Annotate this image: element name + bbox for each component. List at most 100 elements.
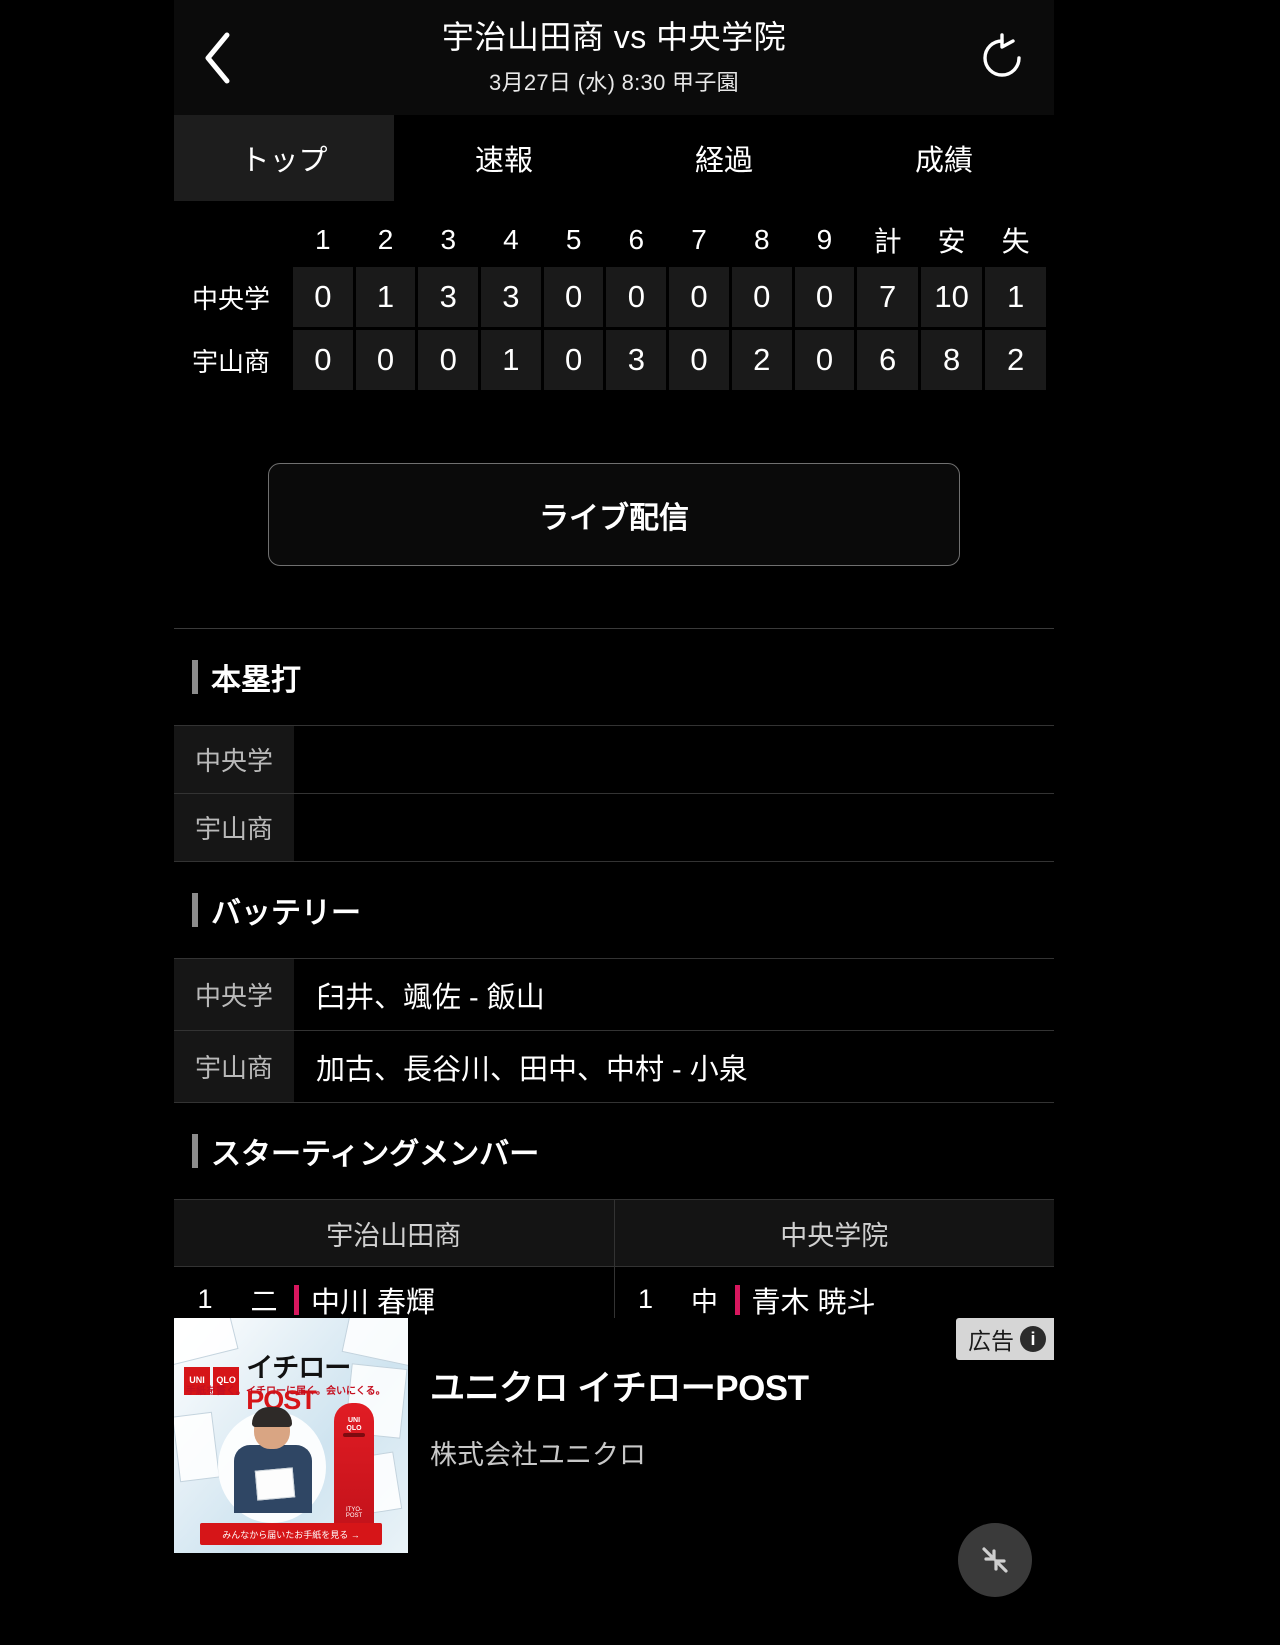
section-title: スターティングメンバー bbox=[211, 1138, 540, 1171]
scoreboard-team-home: 宇山商 bbox=[191, 346, 270, 377]
ad-banner[interactable]: UNI QLO イチローPOST 手紙を書く。イチローに届く。会いにくる。 UN… bbox=[174, 1318, 1054, 1553]
inning-header-8: 8 bbox=[753, 224, 770, 255]
tab-live[interactable]: 速報 bbox=[394, 115, 614, 201]
score-cell: 0 bbox=[418, 330, 479, 390]
scoreboard-row-away: 中央学 0 1 3 3 0 0 0 0 0 7 10 1 bbox=[182, 267, 1046, 327]
ad-postbox-label-bottom: ITYO-POST bbox=[345, 1507, 363, 1519]
battery-table: 中央学 臼井、颯佐 - 飯山 宇山商 加古、長谷川、田中、中村 - 小泉 bbox=[174, 958, 1054, 1103]
scoreboard-row-home: 宇山商 0 0 0 1 0 3 0 2 0 6 8 2 bbox=[182, 330, 1046, 390]
scoreboard-corner bbox=[182, 220, 290, 264]
row-value bbox=[294, 726, 1054, 793]
score-cell: 0 bbox=[292, 267, 353, 327]
lineup-column-header-away: 中央学院 bbox=[613, 1200, 1055, 1266]
info-icon[interactable]: i bbox=[1020, 1326, 1046, 1352]
lineup-position: 中 bbox=[691, 1287, 718, 1317]
refresh-icon bbox=[983, 32, 1021, 77]
inning-header-1: 1 bbox=[315, 224, 331, 255]
homeruns-table: 中央学 宇山商 bbox=[174, 725, 1054, 862]
score-cell: 0 bbox=[794, 330, 855, 390]
screen: 宇治山田商 vs 中央学院 3月27日 (水) 8:30 甲子園 トップ 速報 … bbox=[0, 0, 1280, 1645]
ad-creative-image[interactable]: UNI QLO イチローPOST 手紙を書く。イチローに届く。会いにくる。 UN… bbox=[174, 1318, 408, 1553]
errors-header: 失 bbox=[1001, 226, 1030, 257]
inning-header-7: 7 bbox=[691, 224, 707, 255]
section-title: バッテリー bbox=[211, 897, 361, 930]
inning-header-5: 5 bbox=[565, 224, 582, 255]
score-cell: 2 bbox=[731, 330, 792, 390]
scoreboard-header-row: 1 2 3 4 5 6 7 8 9 計 安 失 bbox=[182, 220, 1046, 264]
score-cell: 0 bbox=[669, 267, 729, 327]
collapse-arrows-icon bbox=[982, 1547, 1008, 1573]
section-accent-bar bbox=[192, 1134, 198, 1168]
row-value: 加古、長谷川、田中、中村 - 小泉 bbox=[316, 1053, 748, 1086]
section-header-starting-members: スターティングメンバー bbox=[174, 1103, 1054, 1199]
match-datetime-venue: 3月27日 (水) 8:30 甲子園 bbox=[489, 70, 739, 96]
score-cell: 0 bbox=[355, 330, 416, 390]
score-errors: 1 bbox=[985, 267, 1046, 327]
tab-stats[interactable]: 成績 bbox=[834, 115, 1054, 201]
score-cell: 3 bbox=[606, 330, 667, 390]
score-cell: 0 bbox=[731, 267, 792, 327]
lineup-accent-bar bbox=[734, 1284, 740, 1315]
collapse-button[interactable] bbox=[958, 1523, 1032, 1597]
runs-header: 計 bbox=[873, 226, 902, 257]
score-hits: 8 bbox=[920, 330, 983, 390]
hits-header: 安 bbox=[937, 226, 966, 257]
row-team-label: 中央学 bbox=[174, 726, 294, 793]
ad-postbox-label-top: UNI QLO bbox=[346, 1417, 362, 1432]
match-title: 宇治山田商 vs 中央学院 bbox=[441, 18, 787, 55]
score-hits: 10 bbox=[920, 267, 983, 327]
score-cell: 1 bbox=[481, 330, 541, 390]
section-header-homeruns: 本塁打 bbox=[174, 629, 1054, 725]
live-stream-button[interactable]: ライブ配信 bbox=[268, 463, 960, 566]
scoreboard-table: 1 2 3 4 5 6 7 8 9 計 安 失 中央学 0 1 3 3 0 0 … bbox=[179, 217, 1049, 393]
live-button-area: ライブ配信 bbox=[174, 407, 1054, 628]
row-value: 臼井、颯佐 - 飯山 bbox=[316, 981, 545, 1014]
tab-top[interactable]: トップ bbox=[174, 115, 394, 201]
table-row: 中央学 臼井、颯佐 - 飯山 bbox=[174, 959, 1054, 1031]
score-runs: 6 bbox=[857, 330, 918, 390]
ad-postbox-slot bbox=[343, 1433, 365, 1437]
row-team-label: 宇山商 bbox=[174, 1031, 294, 1102]
ad-postbox: UNI QLO ITYO-POST bbox=[334, 1403, 374, 1535]
ad-title: ユニクロ イチローPOST bbox=[430, 1369, 809, 1408]
refresh-button[interactable] bbox=[972, 28, 1032, 88]
lineup-position: 二 bbox=[250, 1287, 278, 1317]
ad-campaign-logo-part1: イチロー bbox=[246, 1353, 351, 1383]
table-row: 中央学 bbox=[174, 726, 1054, 794]
row-team-label: 宇山商 bbox=[174, 794, 294, 861]
scoreboard-team-away: 中央学 bbox=[191, 283, 270, 314]
row-team-label: 中央学 bbox=[174, 959, 294, 1030]
section-header-battery: バッテリー bbox=[174, 862, 1054, 958]
section-accent-bar bbox=[192, 893, 198, 927]
score-cell: 0 bbox=[669, 330, 729, 390]
app-header: 宇治山田商 vs 中央学院 3月27日 (水) 8:30 甲子園 bbox=[174, 0, 1054, 115]
inning-header-9: 9 bbox=[816, 224, 833, 255]
app-viewport: 宇治山田商 vs 中央学院 3月27日 (水) 8:30 甲子園 トップ 速報 … bbox=[174, 0, 1054, 1645]
score-cell: 3 bbox=[481, 267, 541, 327]
chevron-left-icon bbox=[205, 32, 230, 83]
score-cell: 0 bbox=[543, 267, 604, 327]
tab-progress[interactable]: 経過 bbox=[614, 115, 834, 201]
ad-badge-label: 広告 bbox=[968, 1328, 1014, 1354]
inning-header-3: 3 bbox=[440, 224, 457, 255]
lineup-player-name: 青木 暁斗 bbox=[751, 1286, 876, 1319]
lineup-column-header-home: 宇治山田商 bbox=[326, 1220, 462, 1251]
score-errors: 2 bbox=[985, 330, 1046, 390]
score-cell: 0 bbox=[606, 267, 667, 327]
score-cell: 0 bbox=[794, 267, 855, 327]
ad-sponsor: 株式会社ユニクロ bbox=[430, 1440, 646, 1470]
ad-tagline: 手紙を書く。イチローに届く。会いにくる。 bbox=[186, 1386, 386, 1397]
ad-person-illustration bbox=[218, 1403, 326, 1523]
score-cell: 0 bbox=[292, 330, 353, 390]
ad-paper-scrap bbox=[174, 1411, 220, 1483]
lineup-order: 1 bbox=[197, 1284, 213, 1314]
back-button[interactable] bbox=[188, 28, 248, 88]
table-row: 宇山商 加古、長谷川、田中、中村 - 小泉 bbox=[174, 1031, 1054, 1103]
row-value bbox=[294, 794, 1054, 861]
ad-person-hair bbox=[252, 1407, 292, 1427]
tab-bar: トップ 速報 経過 成績 bbox=[174, 115, 1054, 201]
ad-cta-button[interactable]: みんなから届いたお手紙を見る → bbox=[200, 1523, 382, 1545]
lineup-player-name: 中川 春輝 bbox=[311, 1286, 436, 1319]
ad-badge[interactable]: 広告 i bbox=[956, 1318, 1054, 1360]
inning-header-4: 4 bbox=[503, 224, 519, 255]
